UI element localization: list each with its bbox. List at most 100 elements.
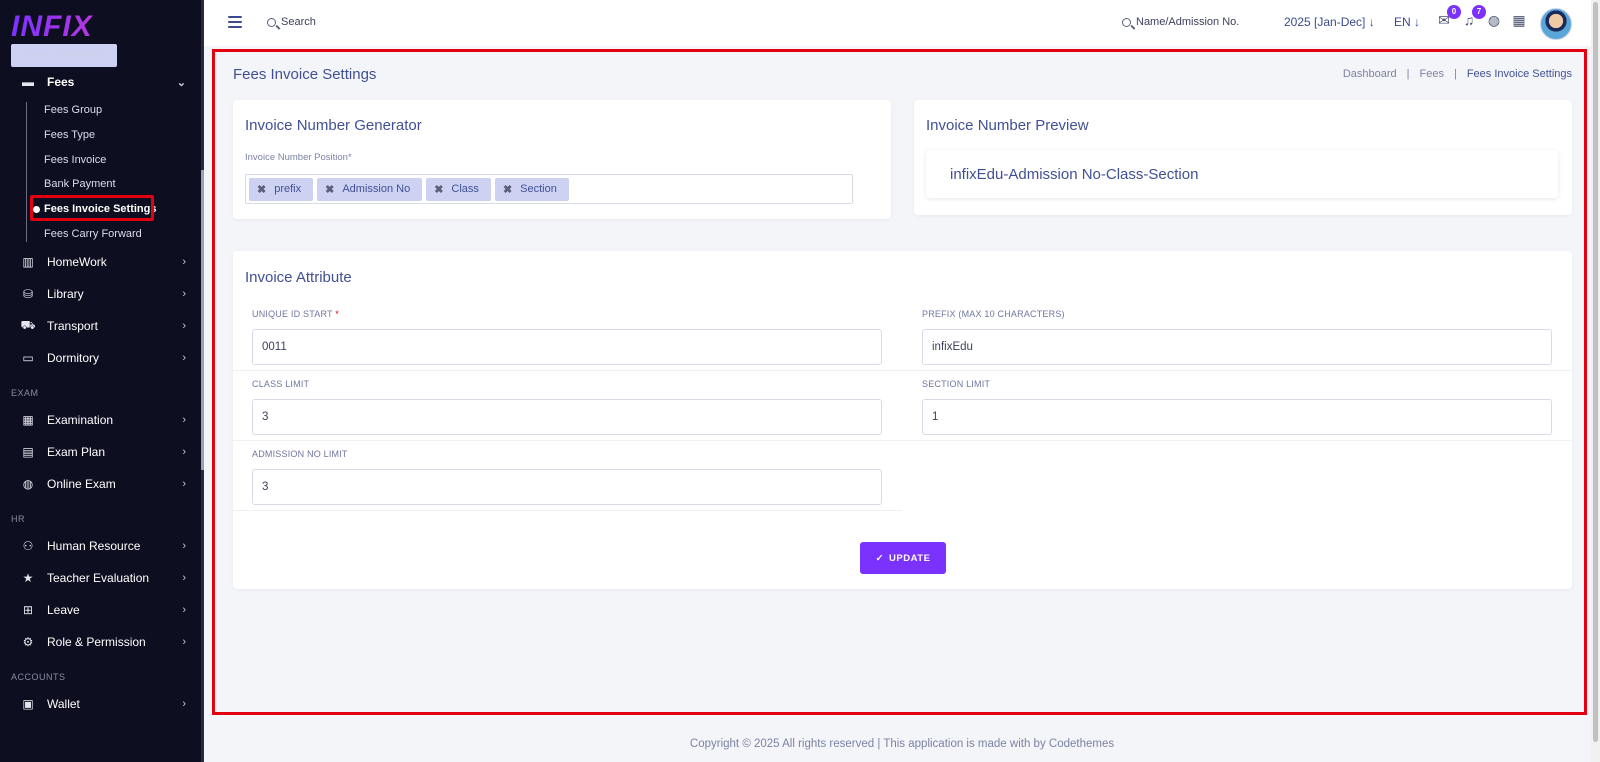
brand-tagline: ULTIMATE EDUCATION ERP xyxy=(11,44,117,67)
divider xyxy=(233,440,1572,441)
sidebar: INFIX ULTIMATE EDUCATION ERP ▬ Fees ⌄ Fe… xyxy=(0,0,204,762)
required-mark: * xyxy=(335,309,339,319)
submenu-item-fees-carry-forward[interactable]: Fees Carry Forward xyxy=(44,221,204,246)
chevron-right-icon: › xyxy=(182,414,186,427)
section-label-accounts: ACCOUNTS xyxy=(11,672,66,683)
search-icon xyxy=(1122,17,1131,27)
tag-prefix[interactable]: ✖ prefix xyxy=(249,177,314,201)
sidebar-item-library[interactable]: ⛁ Library › xyxy=(0,278,204,310)
book-icon: ▥ xyxy=(22,255,34,270)
chevron-down-icon: ⌄ xyxy=(176,76,186,89)
bell-icon[interactable]: ♫ 7 xyxy=(1461,5,1486,28)
tag-admission-no[interactable]: ✖ Admission No xyxy=(317,177,423,201)
student-search-placeholder: Name/Admission No. xyxy=(1136,16,1240,28)
breadcrumb-dashboard[interactable]: Dashboard xyxy=(1343,68,1397,80)
avatar[interactable] xyxy=(1540,8,1572,40)
preview-value: infixEdu-Admission No-Class-Section xyxy=(926,150,1558,198)
class-limit-label: CLASS LIMIT xyxy=(252,379,310,389)
update-label: UPDATE xyxy=(889,552,931,564)
sidebar-item-label: Leave xyxy=(47,603,80,618)
sidebar-item-examination[interactable]: ▦ Examination › xyxy=(0,404,204,436)
messages-icon[interactable]: ✉ 0 xyxy=(1436,5,1461,28)
chevron-right-icon: › xyxy=(182,256,186,269)
page-title: Fees Invoice Settings xyxy=(233,66,377,83)
submenu-item-fees-invoice[interactable]: Fees Invoice xyxy=(44,147,204,172)
notifications-badge: 7 xyxy=(1472,5,1486,19)
sidebar-item-label: Fees xyxy=(47,75,75,89)
bed-icon: ▭ xyxy=(22,351,34,366)
sidebar-item-label: Dormitory xyxy=(47,351,100,366)
website-globe-icon[interactable]: ◍ xyxy=(1486,12,1502,28)
tag-class[interactable]: ✖ Class xyxy=(426,177,491,201)
sidebar-item-exam-plan[interactable]: ▤ Exam Plan › xyxy=(0,436,204,468)
submenu-item-fees-type[interactable]: Fees Type xyxy=(44,123,204,148)
generator-title: Invoice Number Generator xyxy=(245,117,422,134)
breadcrumb-separator: | xyxy=(1453,68,1457,80)
sidebar-item-human-resource[interactable]: ⚇ Human Resource › xyxy=(0,530,204,562)
class-limit-field[interactable]: 3 xyxy=(252,399,882,435)
position-label: Invoice Number Position* xyxy=(245,152,352,163)
sidebar-item-fees[interactable]: ▬ Fees ⌄ xyxy=(0,66,204,98)
session-selector[interactable]: 2025 [Jan-Dec] ↓ xyxy=(1284,15,1375,29)
sidebar-item-transport[interactable]: ⛟ Transport › xyxy=(0,310,204,342)
page-scrollbar-thumb[interactable] xyxy=(1593,2,1598,742)
update-button[interactable]: ✓ UPDATE xyxy=(860,542,946,574)
position-tags-input[interactable]: ✖ prefix ✖ Admission No ✖ Class ✖ Section xyxy=(245,174,853,204)
sidebar-menu: ▬ Fees ⌄ Fees Group Fees Type Fees Invoi… xyxy=(0,66,204,720)
search-input[interactable]: Search xyxy=(267,16,316,28)
sidebar-scrollbar-thumb[interactable] xyxy=(201,170,204,470)
sidebar-item-label: Human Resource xyxy=(47,539,141,554)
language-selector[interactable]: EN ↓ xyxy=(1394,15,1420,29)
search-icon xyxy=(267,17,276,27)
prefix-label: PREFIX (MAX 10 CHARACTERS) xyxy=(922,309,1065,319)
fees-submenu: Fees Group Fees Type Fees Invoice Bank P… xyxy=(0,98,204,246)
sidebar-item-leave[interactable]: ⊞ Leave › xyxy=(0,594,204,626)
sidebar-item-teacher-evaluation[interactable]: ★ Teacher Evaluation › xyxy=(0,562,204,594)
breadcrumb-current: Fees Invoice Settings xyxy=(1466,68,1572,80)
submenu-item-fees-group[interactable]: Fees Group xyxy=(44,98,204,123)
session-label: 2025 [Jan-Dec] xyxy=(1284,15,1366,29)
submenu-item-bank-payment[interactable]: Bank Payment xyxy=(44,172,204,197)
remove-icon[interactable]: ✖ xyxy=(325,183,334,196)
star-icon: ★ xyxy=(22,571,34,586)
sidebar-item-label: Wallet xyxy=(47,697,80,712)
tag-label: Section xyxy=(520,183,557,195)
chevron-right-icon: › xyxy=(182,352,186,365)
bus-icon: ⛟ xyxy=(20,318,36,333)
remove-icon[interactable]: ✖ xyxy=(257,183,266,196)
remove-icon[interactable]: ✖ xyxy=(503,183,512,196)
breadcrumb-separator: | xyxy=(1406,68,1410,80)
sidebar-item-online-exam[interactable]: ◍ Online Exam › xyxy=(0,468,204,500)
remove-icon[interactable]: ✖ xyxy=(434,183,443,196)
key-icon: ⚙ xyxy=(22,635,34,650)
admission-limit-field[interactable]: 3 xyxy=(252,469,882,505)
section-label-exam: EXAM xyxy=(11,388,39,399)
menu-toggle-icon[interactable] xyxy=(228,16,242,31)
logo[interactable]: INFIX ULTIMATE EDUCATION ERP xyxy=(11,12,117,67)
sidebar-item-wallet[interactable]: ▣ Wallet › xyxy=(0,688,204,720)
chevron-right-icon: › xyxy=(182,446,186,459)
check-icon: ✓ xyxy=(875,552,885,564)
chevron-right-icon: › xyxy=(182,478,186,491)
breadcrumb-fees[interactable]: Fees xyxy=(1420,68,1444,80)
section-limit-label: SECTION LIMIT xyxy=(922,379,991,389)
sidebar-item-role-permission[interactable]: ⚙ Role & Permission › xyxy=(0,626,204,658)
divider xyxy=(233,510,902,511)
student-search-input[interactable]: Name/Admission No. xyxy=(1122,16,1239,28)
prefix-field[interactable]: infixEdu xyxy=(922,329,1552,365)
generator-card: Invoice Number Generator Invoice Number … xyxy=(233,100,891,219)
sidebar-item-label: Teacher Evaluation xyxy=(47,571,150,586)
topbar: Search Name/Admission No. 2025 [Jan-Dec]… xyxy=(204,0,1600,46)
sidebar-item-homework[interactable]: ▥ HomeWork › xyxy=(0,246,204,278)
sidebar-item-dormitory[interactable]: ▭ Dormitory › xyxy=(0,342,204,374)
map-icon: ▦ xyxy=(22,413,34,428)
chevron-right-icon: › xyxy=(182,636,186,649)
section-limit-field[interactable]: 1 xyxy=(922,399,1552,435)
page-scrollbar[interactable] xyxy=(1591,0,1600,762)
tag-section[interactable]: ✖ Section xyxy=(494,177,569,201)
language-label: EN xyxy=(1394,15,1411,29)
report-icon[interactable]: ▦ xyxy=(1511,12,1527,28)
arrow-down-icon: ↓ xyxy=(1368,15,1375,29)
unique-id-field[interactable]: 0011 xyxy=(252,329,882,365)
sidebar-item-label: Examination xyxy=(47,413,114,428)
